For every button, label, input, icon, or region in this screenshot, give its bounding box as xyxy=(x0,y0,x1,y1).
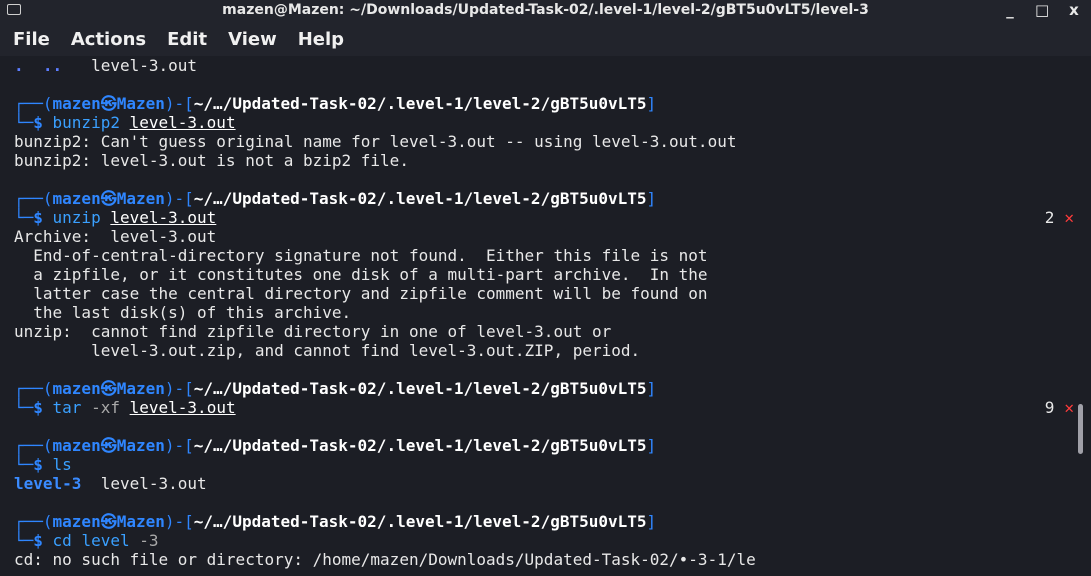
output-line: cd: no such file or directory: /home/maz… xyxy=(14,550,756,569)
terminal-output[interactable]: . .. level-3.out ┌──(mazen㉿Mazen)-[~/…/U… xyxy=(0,56,1091,576)
output-line: End-of-central-directory signature not f… xyxy=(14,246,708,265)
minimize-button[interactable]: _ xyxy=(1003,1,1017,19)
command-name: bunzip2 xyxy=(52,113,120,132)
file-entry: level-3.out xyxy=(91,56,198,75)
prompt-user-host: mazen㉿Mazen xyxy=(52,189,165,208)
command-flag: -xf xyxy=(91,398,120,417)
prompt-line: ┌──(mazen㉿Mazen)-[~/…/Updated-Task-02/.l… xyxy=(14,512,657,531)
output-line: a zipfile, or it constitutes one disk of… xyxy=(14,265,708,284)
menu-view[interactable]: View xyxy=(228,29,277,50)
error-icon: ✕ xyxy=(1064,208,1074,227)
exit-status: 2 ✕ xyxy=(1045,208,1074,227)
dir-entry: level-3 xyxy=(14,474,82,493)
command-name: ls xyxy=(52,455,72,474)
command-arg: level xyxy=(81,531,130,550)
output-line: the last disk(s) of this archive. xyxy=(14,303,352,322)
title-bar: mazen@Mazen: ~/Downloads/Updated-Task-02… xyxy=(0,0,1091,22)
prompt-path: ~/…/Updated-Task-02/.level-1/level-2/gBT… xyxy=(193,436,647,455)
menu-actions[interactable]: Actions xyxy=(71,29,146,50)
command-arg: level-3.out xyxy=(129,398,236,417)
output-line: level-3 level-3.out xyxy=(14,474,1091,493)
scrollbar[interactable] xyxy=(1078,404,1083,454)
prompt-line: ┌──(mazen㉿Mazen)-[~/…/Updated-Task-02/.l… xyxy=(14,94,657,113)
command-name: cd xyxy=(52,531,72,550)
output-line: bunzip2: level-3.out is not a bzip2 file… xyxy=(14,151,409,170)
command-line: └─$ tar -xf level-3.out 9 ✕ xyxy=(14,398,1074,417)
exit-code: 2 xyxy=(1044,208,1055,227)
menu-bar: File Actions Edit View Help xyxy=(0,22,1091,56)
window-title: mazen@Mazen: ~/Downloads/Updated-Task-02… xyxy=(222,2,869,18)
prompt-user-host: mazen㉿Mazen xyxy=(52,436,165,455)
prompt-user-host: mazen㉿Mazen xyxy=(52,379,165,398)
prompt-line: ┌──(mazen㉿Mazen)-[~/…/Updated-Task-02/.l… xyxy=(14,436,657,455)
command-name: tar xyxy=(52,398,82,417)
command-blocks: ┌──(mazen㉿Mazen)-[~/…/Updated-Task-02/.l… xyxy=(14,94,1091,569)
menu-edit[interactable]: Edit xyxy=(167,29,207,50)
close-button[interactable]: x xyxy=(1067,1,1081,19)
output-line: Archive: level-3.out xyxy=(14,227,217,246)
menu-file[interactable]: File xyxy=(13,29,50,50)
command-arg: level-3.out xyxy=(129,113,236,132)
prompt-path: ~/…/Updated-Task-02/.level-1/level-2/gBT… xyxy=(193,94,647,113)
menu-help[interactable]: Help xyxy=(298,29,344,50)
output-line: level-3.out.zip, and cannot find level-3… xyxy=(14,341,641,360)
file-entry: level-3.out xyxy=(100,474,207,493)
prompt-path: ~/…/Updated-Task-02/.level-1/level-2/gBT… xyxy=(193,512,647,531)
exit-status: 9 ✕ xyxy=(1045,398,1074,417)
error-icon: ✕ xyxy=(1064,398,1074,417)
command-name: unzip xyxy=(52,208,101,227)
prompt-user-host: mazen㉿Mazen xyxy=(52,94,165,113)
command-line: └─$ bunzip2 level-3.out xyxy=(14,113,236,132)
command-line: └─$ ls xyxy=(14,455,72,474)
output-line: unzip: cannot find zipfile directory in … xyxy=(14,322,612,341)
window-controls: _ □ x xyxy=(1003,1,1081,19)
terminal-window: mazen@Mazen: ~/Downloads/Updated-Task-02… xyxy=(0,0,1091,576)
command-arg: -3 xyxy=(139,531,159,550)
output-line: latter case the central directory and zi… xyxy=(14,284,708,303)
command-line: └─$ unzip level-3.out 2 ✕ xyxy=(14,208,1074,227)
command-arg: level-3.out xyxy=(110,208,217,227)
top-line: . .. level-3.out xyxy=(14,56,1091,75)
dots-entry: . .. xyxy=(14,56,63,75)
output-line: bunzip2: Can't guess original name for l… xyxy=(14,132,737,151)
prompt-line: ┌──(mazen㉿Mazen)-[~/…/Updated-Task-02/.l… xyxy=(14,189,657,208)
prompt-user-host: mazen㉿Mazen xyxy=(52,512,165,531)
command-line: └─$ cd level -3 xyxy=(14,531,159,550)
prompt-path: ~/…/Updated-Task-02/.level-1/level-2/gBT… xyxy=(193,189,647,208)
prompt-line: ┌──(mazen㉿Mazen)-[~/…/Updated-Task-02/.l… xyxy=(14,379,657,398)
prompt-path: ~/…/Updated-Task-02/.level-1/level-2/gBT… xyxy=(193,379,647,398)
maximize-button[interactable]: □ xyxy=(1035,1,1049,19)
exit-code: 9 xyxy=(1044,398,1055,417)
